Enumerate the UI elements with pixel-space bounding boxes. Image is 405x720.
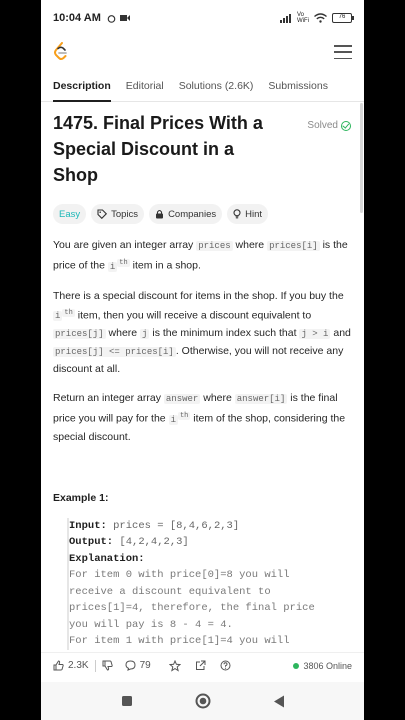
battery-icon: 76 [332, 13, 354, 23]
status-right: Vo WiFi 76 [280, 12, 354, 24]
desc-text: There is a special discount for items in… [53, 289, 344, 302]
superscript: th [177, 412, 191, 420]
desc-text: is the minimum index such that [149, 327, 300, 339]
thumbs-up-icon [53, 660, 64, 671]
explanation-line: receive a discount equivalent to [69, 585, 271, 598]
scrollbar[interactable] [360, 103, 363, 213]
input-value: prices = [8,4,6,2,3] [113, 519, 240, 532]
status-time: 10:04 AM [53, 12, 101, 24]
inline-code: i [107, 261, 118, 272]
share-icon[interactable] [195, 660, 206, 671]
input-label: Input: [69, 519, 107, 532]
home-icon[interactable] [195, 693, 211, 709]
title-row: 1475. Final Prices With a Special Discou… [53, 110, 351, 188]
wifi-icon [314, 13, 327, 23]
inline-code: j > i [299, 329, 331, 339]
desc-text: where [200, 392, 235, 404]
lock-icon [156, 209, 164, 219]
inline-code: answer[i] [234, 394, 288, 404]
solved-label: Solved [307, 120, 338, 131]
companies-label: Companies [168, 208, 217, 220]
thumbs-down-icon[interactable] [102, 660, 113, 671]
example-input: Input: prices = [8,4,6,2,3] [69, 518, 351, 535]
explanation-line: prices[1]=4, therefore, the final price [69, 602, 315, 614]
explanation-label: Explanation: [69, 552, 145, 565]
leetcode-logo-icon[interactable] [53, 42, 69, 62]
network-label: Vo WiFi [297, 12, 309, 24]
like-count: 2.3K [68, 660, 89, 671]
inline-code: prices [196, 241, 233, 251]
tab-description[interactable]: Description [53, 72, 111, 102]
check-circle-icon [341, 120, 351, 131]
lightbulb-icon [233, 209, 241, 219]
back-icon[interactable] [273, 695, 285, 708]
problem-content: 1475. Final Prices With a Special Discou… [53, 110, 351, 650]
description-paragraph-2: There is a special discount for items in… [53, 288, 351, 379]
phone-screen: 10:04 AM Vo WiFi 76 Description Editoria… [41, 0, 364, 720]
online-dot-icon [293, 662, 300, 669]
inline-code: prices[j] [53, 329, 106, 339]
explanation-line: For item 0 with price[0]=8 you will [69, 569, 290, 581]
example-1-block: Input: prices = [8,4,6,2,3] Output: [4,2… [67, 517, 351, 650]
problem-tabs: Description Editorial Solutions (2.6K) S… [41, 72, 364, 102]
topics-button[interactable]: Topics [91, 204, 145, 224]
description-paragraph-3: Return an integer array answer where ans… [53, 390, 351, 446]
tab-submissions[interactable]: Submissions [268, 72, 328, 102]
online-indicator: 3806 Online [293, 661, 352, 671]
inline-code: i [53, 311, 63, 321]
status-notification-icons [107, 14, 130, 23]
online-count: 3806 Online [303, 660, 352, 671]
recent-apps-icon[interactable] [121, 695, 133, 707]
description-paragraph-1: You are given an integer array prices wh… [53, 237, 351, 276]
desc-text: Return an integer array [53, 392, 164, 404]
star-icon[interactable] [168, 659, 181, 672]
solved-badge: Solved [307, 120, 351, 131]
desc-text: where [105, 327, 141, 339]
explanation-line: you will pay is 8 - 4 = 4. [69, 618, 233, 631]
app-bar [41, 36, 364, 68]
tag-chips: Easy Topics Companies Hint [53, 204, 351, 224]
video-icon [119, 15, 130, 21]
help-icon[interactable] [220, 660, 231, 671]
comment-count: 79 [139, 660, 151, 671]
android-nav-bar [41, 682, 364, 720]
bottom-action-bar: 2.3K 79 3806 Online [41, 652, 364, 678]
tag-icon [97, 209, 108, 219]
difficulty-badge: Easy [53, 204, 87, 224]
divider [94, 659, 96, 672]
explanation-line: For item 1 with price[1]=4 you will [69, 635, 290, 647]
desc-text: where [232, 239, 268, 251]
tab-editorial[interactable]: Editorial [126, 72, 164, 102]
topics-label: Topics [111, 208, 139, 220]
inline-code: prices[i] [267, 241, 320, 251]
example-1-title: Example 1: [53, 491, 109, 504]
hint-label: Hint [245, 208, 263, 220]
comment-icon [125, 660, 136, 671]
example-output: Output: [4,2,4,2,3] [69, 534, 351, 551]
signal-icon [280, 13, 291, 23]
desc-text: and [330, 327, 351, 339]
desc-text: You are given an integer array [53, 239, 197, 251]
hamburger-menu-icon[interactable] [334, 45, 352, 59]
desc-text: item, then you will receive a discount e… [74, 309, 312, 321]
inline-code: i [168, 414, 178, 425]
desc-text: item in a shop. [129, 259, 201, 272]
comments-button[interactable]: 79 [125, 660, 151, 671]
tab-solutions[interactable]: Solutions (2.6K) [179, 72, 254, 102]
inline-code: answer [163, 394, 201, 404]
superscript: th [117, 259, 130, 267]
companies-button[interactable]: Companies [149, 204, 223, 224]
alarm-icon [107, 14, 116, 23]
like-button[interactable]: 2.3K [53, 660, 89, 671]
inline-code: prices[j] <= prices[i] [53, 347, 176, 357]
status-bar: 10:04 AM Vo WiFi 76 [41, 0, 364, 36]
hint-button[interactable]: Hint [227, 204, 269, 224]
output-label: Output: [69, 536, 114, 548]
problem-title: 1475. Final Prices With a Special Discou… [53, 113, 263, 185]
output-value: [4,2,4,2,3] [119, 536, 189, 548]
superscript: th [62, 308, 75, 317]
